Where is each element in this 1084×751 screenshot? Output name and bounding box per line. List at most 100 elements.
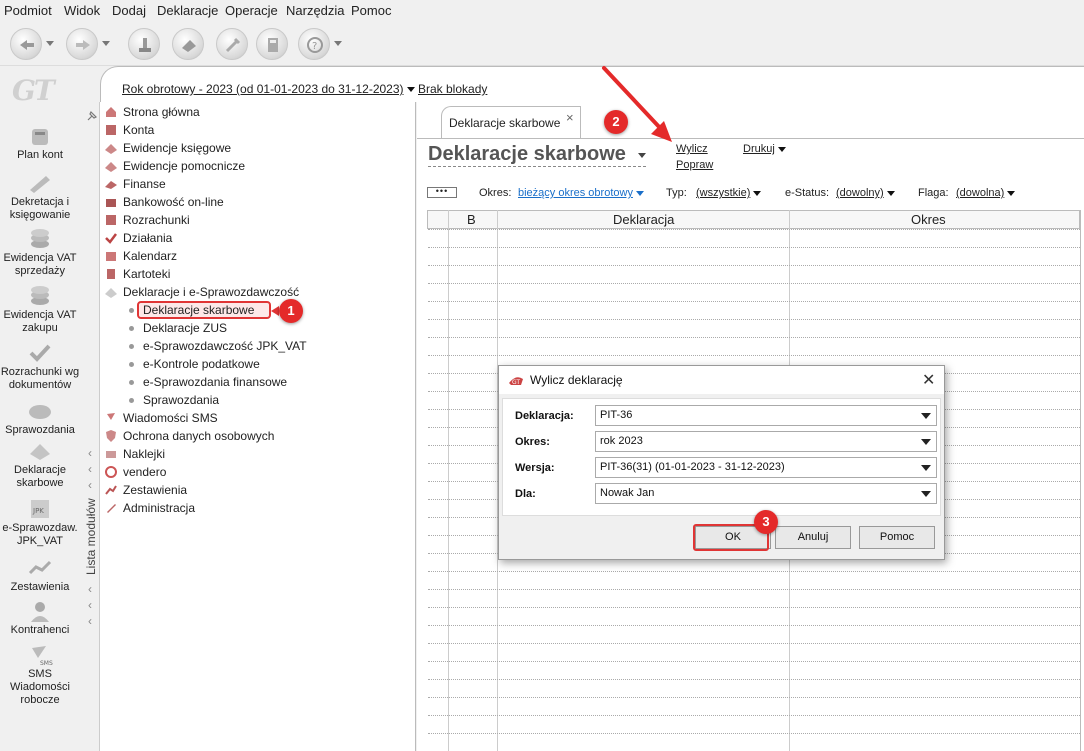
lock-status-link[interactable]: Brak blokady [418, 82, 487, 96]
tree-item-bankowosc[interactable]: Bankowość on-line [123, 195, 224, 209]
column-header-okres[interactable]: Okres [911, 212, 946, 227]
popraw-link[interactable]: Popraw [676, 159, 713, 171]
tree-item-rozrachunki[interactable]: Rozrachunki [123, 213, 190, 227]
help-button[interactable]: ? [298, 28, 330, 60]
help-icon: ? [307, 37, 323, 53]
bullet-icon [129, 380, 134, 385]
cancel-button[interactable]: Anuluj [775, 526, 851, 549]
forward-dropdown-icon[interactable] [102, 41, 110, 46]
tree-item-dzialania[interactable]: Działania [123, 231, 172, 245]
filter-flaga-dropdown[interactable]: (dowolna) [956, 187, 1016, 199]
calculator-button[interactable] [256, 28, 288, 60]
module-list-strip[interactable] [82, 102, 100, 751]
title-underline [428, 166, 646, 167]
chevron-left-icon[interactable]: ‹ [88, 582, 92, 596]
nav-ewidencja-vat-sprzedazy[interactable]: Ewidencja VAT sprzedaży [0, 228, 80, 278]
settlements-icon [106, 215, 116, 225]
chevron-down-icon[interactable] [638, 153, 646, 158]
tree-subitem-jpk-vat[interactable]: e-Sprawozdawczość JPK_VAT [143, 339, 307, 353]
tree-subitem-e-sprawozdania[interactable]: e-Sprawozdania finansowe [143, 375, 287, 389]
grid-row-separator [428, 715, 1080, 716]
ledger-icon [105, 144, 117, 154]
print-dropdown[interactable]: Drukuj [743, 143, 786, 155]
nav-dekretacja[interactable]: Dekretacja i księgowanie [0, 172, 80, 222]
nav-ewidencja-vat-zakupu[interactable]: Ewidencja VAT zakupu [0, 285, 80, 335]
tree-item-ewidencje-pomocnicze[interactable]: Ewidencje pomocnicze [123, 159, 245, 173]
filter-estatus-label: e-Status: [785, 187, 830, 199]
nav-sms[interactable]: SMS SMS Wiadomości robocze [0, 644, 80, 707]
page-title[interactable]: Deklaracje skarbowe [428, 143, 626, 166]
menu-dodaj[interactable]: Dodaj [112, 3, 146, 18]
check-icon [26, 342, 54, 364]
tree-subitem-sprawozdania[interactable]: Sprawozdania [143, 393, 219, 407]
chevron-left-icon[interactable]: ‹ [88, 598, 92, 612]
chevron-left-icon[interactable]: ‹ [88, 478, 92, 492]
tree-item-konta[interactable]: Konta [123, 123, 154, 137]
menu-operacje[interactable]: Operacje [225, 3, 278, 18]
nav-kontrahenci[interactable]: Kontrahenci [0, 600, 80, 637]
tree-item-wiadomosci-sms[interactable]: Wiadomości SMS [123, 411, 218, 425]
period-select[interactable]: rok 2023 [595, 431, 937, 452]
for-person-select[interactable]: Nowak Jan [595, 483, 937, 504]
nav-rozrachunki[interactable]: Rozrachunki wg dokumentów [0, 342, 80, 392]
declaration-select[interactable]: PIT-36 [595, 405, 937, 426]
back-dropdown-icon[interactable] [46, 41, 54, 46]
filter-typ-dropdown[interactable]: (wszystkie) [696, 187, 762, 199]
help-button[interactable]: Pomoc [859, 526, 935, 549]
back-button[interactable] [10, 28, 42, 60]
toolbar: ? [0, 22, 1084, 66]
close-icon[interactable]: ✕ [922, 370, 935, 390]
module-list-label[interactable]: Lista modułów [84, 498, 98, 575]
fiscal-year-selector[interactable]: Rok obrotowy - 2023 (od 01-01-2023 do 31… [122, 82, 415, 96]
tree-item-naklejki[interactable]: Naklejki [123, 447, 165, 461]
tree-item-finanse[interactable]: Finanse [123, 177, 166, 191]
filter-estatus-dropdown[interactable]: (dowolny) [836, 187, 895, 199]
pin-icon[interactable] [86, 110, 98, 122]
tree-item-strona-glowna[interactable]: Strona główna [123, 105, 200, 119]
stamp-button[interactable] [128, 28, 160, 60]
forward-button[interactable] [66, 28, 98, 60]
tree-item-ewidencje-ksiegowe[interactable]: Ewidencje księgowe [123, 141, 231, 155]
tree-item-vendero[interactable]: vendero [123, 465, 166, 479]
grid-row-separator [428, 643, 1080, 644]
menu-narzedzia[interactable]: Narzędzia [286, 3, 345, 18]
filter-okres-dropdown[interactable]: bieżący okres obrotowy [518, 187, 644, 199]
column-header-deklaracja[interactable]: Deklaracja [613, 212, 674, 227]
menu-podmiot[interactable]: Podmiot [4, 3, 52, 18]
bullet-icon [129, 326, 134, 331]
menu-pomoc[interactable]: Pomoc [351, 3, 391, 18]
eraser-button[interactable] [172, 28, 204, 60]
menu-widok[interactable]: Widok [64, 3, 100, 18]
chevron-left-icon[interactable]: ‹ [88, 462, 92, 476]
tree-item-deklaracje-e-sprawozdawczosc[interactable]: Deklaracje i e-Sprawozdawczość [123, 285, 299, 299]
version-select[interactable]: PIT-36(31) (01-01-2023 - 31-12-2023) [595, 457, 937, 478]
nav-deklaracje-skarbowe[interactable]: Deklaracje skarbowe [0, 440, 80, 490]
back-arrow-icon [20, 40, 34, 50]
chevron-left-icon[interactable]: ‹ [88, 614, 92, 628]
tree-item-kartoteki[interactable]: Kartoteki [123, 267, 170, 281]
nav-plan-kont[interactable]: Plan kont [0, 125, 80, 162]
grid-row-separator [428, 733, 1080, 734]
column-header-b[interactable]: B [467, 212, 476, 227]
dialog-title: Wylicz deklarację [530, 373, 623, 387]
tree-item-ochrona-danych[interactable]: Ochrona danych osobowych [123, 429, 274, 443]
tools-button[interactable] [216, 28, 248, 60]
nav-zestawienia[interactable]: Zestawienia [0, 557, 80, 594]
tree-subitem-e-kontrole[interactable]: e-Kontrole podatkowe [143, 357, 260, 371]
tree-item-kalendarz[interactable]: Kalendarz [123, 249, 177, 263]
wylicz-link[interactable]: Wylicz [676, 143, 708, 155]
nav-sprawozdania[interactable]: Sprawozdania [0, 400, 80, 437]
close-icon[interactable]: × [566, 110, 574, 125]
help-dropdown-icon[interactable] [334, 41, 342, 46]
more-options-button[interactable]: ••• [427, 187, 457, 198]
print-label: Drukuj [743, 143, 775, 155]
chevron-left-icon[interactable]: ‹ [88, 446, 92, 460]
nav-jpk-vat[interactable]: JPK e-Sprawozdaw. JPK_VAT [0, 498, 80, 548]
tree-item-administracja[interactable]: Administracja [123, 501, 195, 515]
tree-subitem-deklaracje-skarbowe[interactable]: Deklaracje skarbowe [143, 303, 254, 317]
forward-arrow-icon [76, 40, 90, 50]
tree-item-zestawienia[interactable]: Zestawienia [123, 483, 187, 497]
chart-icon [26, 557, 54, 579]
tree-subitem-deklaracje-zus[interactable]: Deklaracje ZUS [143, 321, 227, 335]
menu-deklaracje[interactable]: Deklaracje [157, 3, 218, 18]
